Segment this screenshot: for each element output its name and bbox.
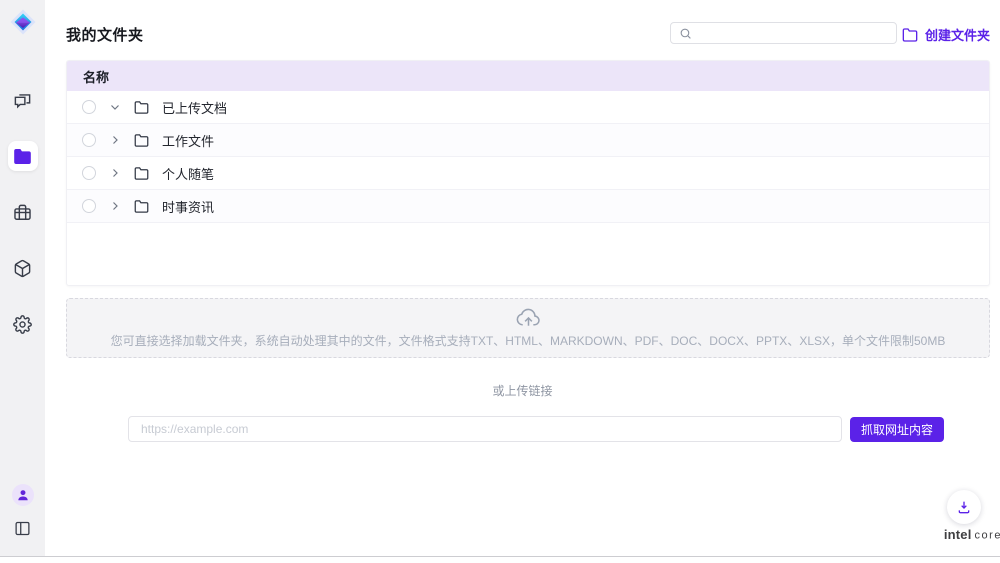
cube-icon bbox=[13, 259, 32, 278]
row-checkbox[interactable] bbox=[82, 199, 96, 213]
layout-toggle-icon bbox=[14, 520, 31, 537]
download-icon bbox=[956, 499, 972, 515]
sidebar-item-settings[interactable] bbox=[8, 309, 38, 339]
table-header: 名称 bbox=[67, 61, 989, 91]
chevron-toggle[interactable] bbox=[109, 167, 121, 179]
folder-icon bbox=[134, 100, 149, 115]
table-row[interactable]: 已上传文档 bbox=[67, 91, 989, 124]
collapse-sidebar-button[interactable] bbox=[11, 516, 35, 540]
sidebar-item-workspace[interactable] bbox=[8, 197, 38, 227]
folder-plus-icon bbox=[902, 27, 918, 43]
sidebar-nav bbox=[8, 85, 38, 339]
folder-table: 名称 已上传文档 工作文 bbox=[66, 60, 990, 286]
create-folder-label: 创建文件夹 bbox=[925, 25, 990, 44]
briefcase-icon bbox=[13, 203, 32, 222]
row-checkbox[interactable] bbox=[82, 166, 96, 180]
sidebar-item-models[interactable] bbox=[8, 253, 38, 283]
folder-icon bbox=[134, 166, 149, 181]
url-input[interactable] bbox=[128, 416, 842, 442]
search-box[interactable] bbox=[670, 22, 897, 44]
sidebar-item-folders[interactable] bbox=[8, 141, 38, 171]
sidebar-bottom bbox=[0, 484, 45, 540]
user-avatar[interactable] bbox=[12, 484, 34, 506]
intel-brand-text: intel bbox=[944, 527, 972, 542]
folder-icon bbox=[134, 199, 149, 214]
search-icon bbox=[679, 27, 692, 40]
chevron-toggle[interactable] bbox=[109, 101, 121, 113]
sidebar bbox=[0, 0, 45, 556]
table-row[interactable]: 工作文件 bbox=[67, 124, 989, 157]
sidebar-item-chat[interactable] bbox=[8, 85, 38, 115]
chevron-down-icon bbox=[109, 101, 121, 113]
url-upload-row: 抓取网址内容 bbox=[128, 416, 944, 442]
folder-name: 个人随笔 bbox=[162, 164, 214, 183]
row-checkbox[interactable] bbox=[82, 100, 96, 114]
main-content: 我的文件夹 创建文件夹 名称 bbox=[45, 0, 1000, 556]
chevron-right-icon bbox=[109, 167, 121, 179]
folder-name: 已上传文档 bbox=[162, 98, 227, 117]
gem-logo-icon bbox=[9, 8, 37, 36]
fetch-url-button[interactable]: 抓取网址内容 bbox=[850, 417, 944, 442]
create-folder-button[interactable]: 创建文件夹 bbox=[902, 25, 990, 44]
chevron-right-icon bbox=[109, 200, 121, 212]
core-brand-text: coreultra bbox=[975, 529, 1000, 542]
upload-hint-text: 您可直接选择加载文件夹，系统自动处理其中的文件，文件格式支持TXT、HTML、M… bbox=[111, 332, 946, 349]
search-input[interactable] bbox=[698, 26, 878, 40]
folder-name: 时事资讯 bbox=[162, 197, 214, 216]
download-fab-button[interactable] bbox=[947, 490, 981, 524]
table-row[interactable]: 个人随笔 bbox=[67, 157, 989, 190]
chat-icon bbox=[13, 91, 32, 110]
intel-core-logo: intel coreultra bbox=[931, 527, 1000, 542]
user-avatar-icon bbox=[16, 488, 30, 502]
gear-icon bbox=[13, 315, 32, 334]
table-row[interactable]: 时事资讯 bbox=[67, 190, 989, 223]
name-column-header: 名称 bbox=[83, 67, 109, 86]
chevron-toggle[interactable] bbox=[109, 200, 121, 212]
chevron-toggle[interactable] bbox=[109, 134, 121, 146]
folder-name: 工作文件 bbox=[162, 131, 214, 150]
row-checkbox[interactable] bbox=[82, 133, 96, 147]
chevron-right-icon bbox=[109, 134, 121, 146]
upload-dropzone[interactable]: 您可直接选择加载文件夹，系统自动处理其中的文件，文件格式支持TXT、HTML、M… bbox=[66, 298, 990, 358]
table-body: 已上传文档 工作文件 个人随笔 bbox=[67, 91, 989, 223]
or-upload-link-label: 或上传链接 bbox=[45, 382, 1000, 399]
app-logo[interactable] bbox=[8, 7, 38, 37]
folder-icon bbox=[13, 147, 32, 166]
page-title: 我的文件夹 bbox=[66, 24, 144, 45]
app-window: 我的文件夹 创建文件夹 名称 bbox=[0, 0, 1000, 557]
folder-icon bbox=[134, 133, 149, 148]
cloud-upload-icon bbox=[515, 308, 542, 328]
